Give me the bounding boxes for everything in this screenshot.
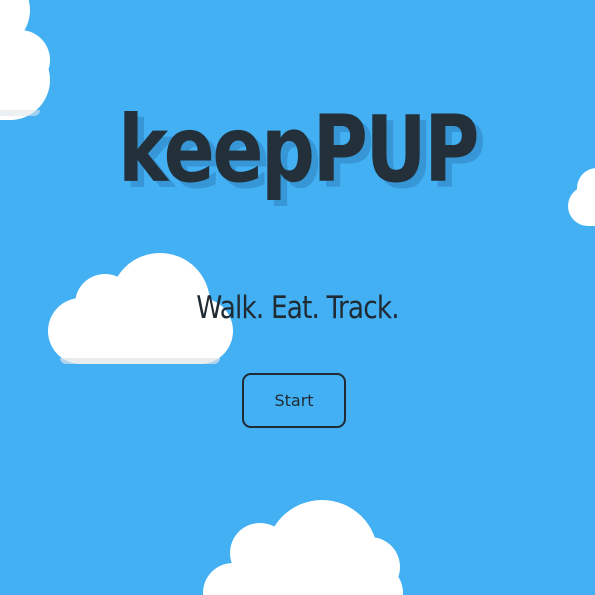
hero: keepPUP Walk. Eat. Track. Start	[0, 0, 595, 595]
tagline: Walk. Eat. Track.	[196, 290, 399, 326]
app-title: keepPUP	[117, 96, 480, 203]
start-button[interactable]: Start	[242, 373, 346, 428]
